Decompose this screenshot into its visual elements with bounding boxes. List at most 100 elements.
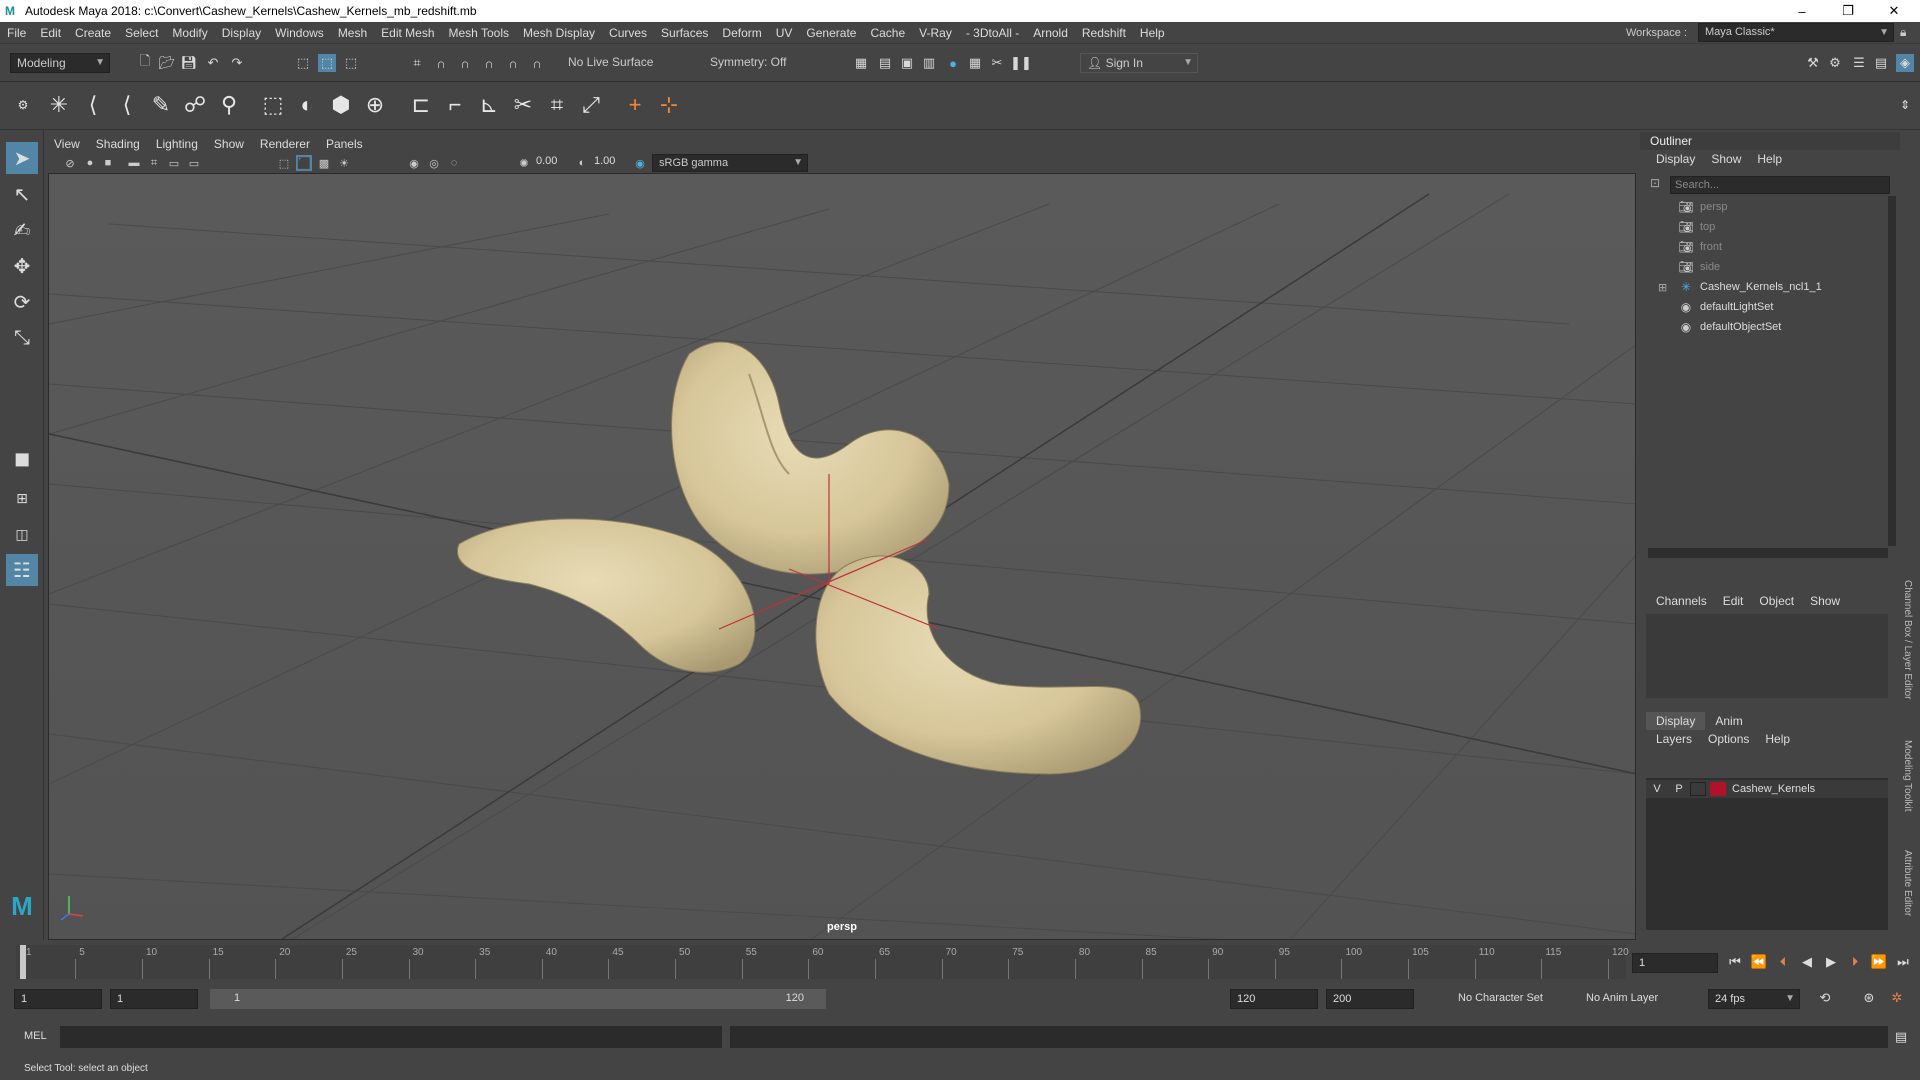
nurbs-create-icon[interactable]: ✳ xyxy=(44,90,74,120)
channel-box-icon[interactable]: ▤ xyxy=(1872,54,1890,72)
step-forward-key-icon[interactable]: ⏩ xyxy=(1870,953,1888,971)
open-scene-icon[interactable]: 📂︎ xyxy=(158,54,176,72)
expand-icon[interactable]: ⊞ xyxy=(1658,281,1667,294)
target-weld-icon[interactable]: ⤢ xyxy=(576,90,606,120)
character-set-dropdown[interactable]: No Character Set xyxy=(1452,989,1562,1009)
textured-icon[interactable]: ▩ xyxy=(316,155,332,171)
menu-help[interactable]: Help xyxy=(1133,26,1172,40)
menu-cache[interactable]: Cache xyxy=(863,26,912,40)
go-to-end-icon[interactable]: ⏭ xyxy=(1894,953,1912,971)
minimize-button[interactable]: – xyxy=(1780,0,1824,22)
pencil-curve-icon[interactable]: ✎ xyxy=(146,90,176,120)
bookmark-icon[interactable]: ■ xyxy=(100,155,116,171)
outliner-menu-display[interactable]: Display xyxy=(1648,152,1703,170)
bridge-icon[interactable]: ⌐ xyxy=(440,90,470,120)
poly-cylinder-icon[interactable]: ⬢ xyxy=(326,90,356,120)
redshift-ipr-icon[interactable]: ✂ xyxy=(988,54,1006,72)
image-plane-icon[interactable]: ▬ xyxy=(126,155,142,171)
layer-menu-layers[interactable]: Layers xyxy=(1648,732,1700,750)
outliner-item[interactable]: 📷︎ front xyxy=(1678,238,1722,256)
new-scene-icon[interactable]: 🗋︎ xyxy=(136,53,154,72)
outliner-item[interactable]: ⊞ ✳ Cashew_Kernels_ncl1_1 xyxy=(1658,278,1822,296)
menu-create[interactable]: Create xyxy=(68,26,118,40)
joint-tool-icon[interactable]: ☍ xyxy=(180,90,210,120)
play-backward-icon[interactable]: ◀ xyxy=(1798,953,1816,971)
modeling-toolkit-icon[interactable]: ⚒ xyxy=(1804,54,1822,72)
exposure-field[interactable]: 0.00 xyxy=(536,155,572,171)
isolate-icon[interactable]: ◎ xyxy=(426,155,442,171)
step-forward-frame-icon[interactable]: ⏵ xyxy=(1846,953,1864,971)
menu-file[interactable]: File xyxy=(0,26,33,40)
snap-point-icon[interactable]: ∩ xyxy=(456,54,474,72)
outliner-item[interactable]: ◉ defaultLightSet xyxy=(1678,298,1774,316)
fps-dropdown[interactable]: 24 fps ▼ xyxy=(1708,989,1800,1009)
select-component-icon[interactable]: ⬚ xyxy=(342,54,360,72)
playback-end-field[interactable]: 120 xyxy=(1230,989,1318,1009)
color-management-icon[interactable]: ◉ xyxy=(632,155,648,171)
hypershade-icon[interactable]: ● xyxy=(944,54,962,72)
outliner-hscrollbar[interactable] xyxy=(1648,548,1888,558)
wireframe-icon[interactable]: ⬚ xyxy=(276,155,292,171)
multi-cut-icon[interactable]: ✂ xyxy=(508,90,538,120)
snap-together-icon[interactable]: ∩ xyxy=(528,54,546,72)
viewport-menu-renderer[interactable]: Renderer xyxy=(252,137,318,151)
snap-surface-icon[interactable]: ∩ xyxy=(504,54,522,72)
gamma-field[interactable]: 1.00 xyxy=(594,155,630,171)
play-forward-icon[interactable]: ▶ xyxy=(1822,953,1840,971)
ambient-occlusion-icon[interactable]: ◌ xyxy=(446,155,462,171)
outliner-item[interactable]: 📷︎ top xyxy=(1678,218,1715,236)
layer-visibility-toggle[interactable]: V xyxy=(1646,783,1668,795)
time-slider-track[interactable]: 1 5 10 15 20 25 30 35 40 45 50 55 60 65 70 75 80 85 90 95 10… xyxy=(16,945,1629,979)
undo-icon[interactable]: ↶ xyxy=(204,54,222,72)
camera-attributes-icon[interactable]: ● xyxy=(82,155,98,171)
anim-prefs-icon[interactable]: ✲ xyxy=(1888,989,1906,1007)
outliner-item[interactable]: 📷︎ side xyxy=(1678,258,1720,276)
channelbox-menu-edit[interactable]: Edit xyxy=(1715,594,1752,612)
extrude-icon[interactable]: ⊏ xyxy=(406,90,436,120)
rotate-tool-icon[interactable]: ⟳ xyxy=(6,286,38,318)
animation-end-field[interactable]: 200 xyxy=(1326,989,1414,1009)
save-scene-icon[interactable]: 💾︎ xyxy=(180,54,198,72)
poly-plane-icon[interactable]: ⊕ xyxy=(360,90,390,120)
paint-select-icon[interactable]: ✍ xyxy=(6,214,38,246)
lights-icon[interactable]: ☀ xyxy=(336,155,352,171)
smooth-shade-icon[interactable]: ⬛ xyxy=(296,155,312,171)
menu-display[interactable]: Display xyxy=(215,26,268,40)
layer-menu-help[interactable]: Help xyxy=(1757,732,1798,750)
menu-edit-mesh[interactable]: Edit Mesh xyxy=(374,26,441,40)
insert-edge-loop-icon[interactable]: ⌗ xyxy=(542,90,572,120)
filter-icon[interactable]: ⊡ xyxy=(1650,176,1660,190)
current-frame-indicator[interactable] xyxy=(20,945,26,979)
current-frame-field[interactable]: 1 xyxy=(1632,953,1718,973)
menu-uv[interactable]: UV xyxy=(769,26,800,40)
poly-sphere-icon[interactable]: ◐ xyxy=(292,90,322,120)
layer-tab-anim[interactable]: Anim xyxy=(1705,712,1752,730)
side-tab[interactable]: Channel Box / Layer Editor xyxy=(1902,580,1913,700)
menu-arnold[interactable]: Arnold xyxy=(1026,26,1075,40)
menu-modify[interactable]: Modify xyxy=(165,26,214,40)
film-gate-icon[interactable]: ▭ xyxy=(166,155,182,171)
render-view-icon[interactable]: ▤ xyxy=(876,54,894,72)
layer-playback-toggle[interactable]: P xyxy=(1668,783,1690,795)
two-view-icon[interactable]: ◫ xyxy=(6,518,38,550)
shelf-scroll-icon[interactable]: ⇕ xyxy=(1890,90,1920,120)
ipr-render-icon[interactable]: ▣ xyxy=(898,54,916,72)
auto-key-icon[interactable]: ⊛ xyxy=(1860,989,1878,1007)
ik-handle-icon[interactable]: ⚲ xyxy=(214,90,244,120)
select-hierarchy-icon[interactable]: ⬚ xyxy=(294,54,312,72)
outliner-menu-show[interactable]: Show xyxy=(1703,152,1749,170)
menu-redshift[interactable]: Redshift xyxy=(1075,26,1133,40)
playback-start-field[interactable]: 1 xyxy=(110,989,198,1009)
scale-tool-icon[interactable]: ⤡ xyxy=(6,322,38,354)
outliner-layout-icon[interactable]: ☷ xyxy=(6,554,38,586)
resolution-gate-icon[interactable]: ▭ xyxy=(186,155,202,171)
cv-curve-icon[interactable]: ⟨ xyxy=(78,90,108,120)
workspace-dropdown[interactable]: Maya Classic* ▼ xyxy=(1698,23,1894,42)
menu-v-ray[interactable]: V-Ray xyxy=(912,26,959,40)
select-tool-icon[interactable]: ➤ xyxy=(6,142,38,174)
outliner-search-input[interactable]: Search... xyxy=(1670,176,1890,194)
close-button[interactable]: ✕ xyxy=(1872,0,1916,22)
menu-generate[interactable]: Generate xyxy=(799,26,863,40)
attribute-editor-icon[interactable]: ⚙ xyxy=(1826,54,1844,72)
lock-icon[interactable]: 🔒︎ xyxy=(1900,25,1906,40)
